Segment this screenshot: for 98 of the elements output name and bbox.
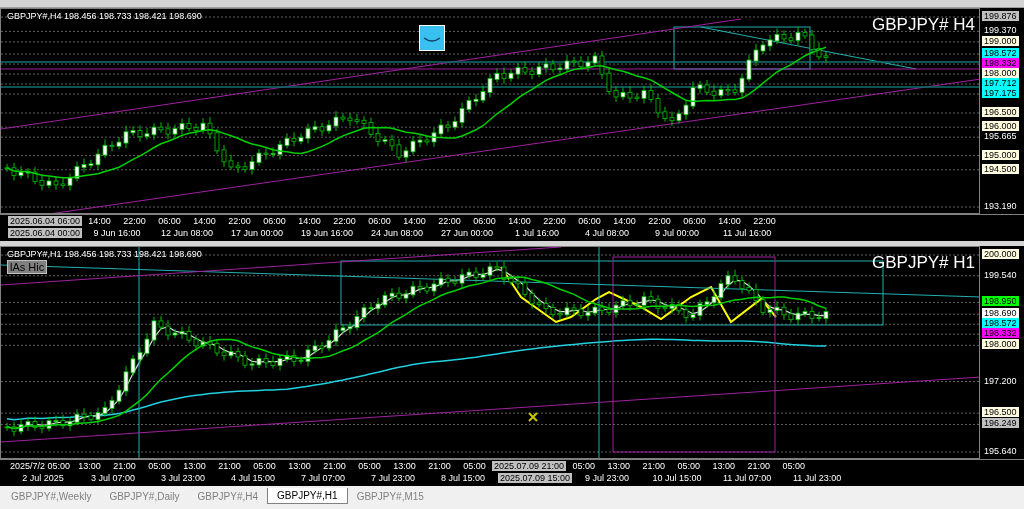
time-label: 06:00 [367, 216, 392, 226]
price-tag: 200.000 [982, 249, 1019, 259]
price-tag: 199.876 [982, 11, 1019, 21]
time-label: 14:00 [402, 216, 427, 226]
price-tag: 198.572 [982, 318, 1019, 329]
price-tag: 195.000 [982, 149, 1019, 160]
chart-title: GBPJPY# H1 [872, 253, 975, 273]
time-label: 13:00 [77, 461, 102, 471]
date-label: 19 Jun 16:00 [300, 228, 355, 238]
price-tag: 198.000 [982, 68, 1019, 79]
date-label: 4 Jul 15:00 [229, 473, 276, 483]
crosshair-time-label: 2025.06.04 06:00 [8, 216, 83, 226]
date-label: 9 Jul 23:00 [584, 473, 631, 483]
time-label: 14:00 [192, 216, 217, 226]
crosshair-date-label: 2025.06.04 00:00 [8, 228, 83, 238]
date-label: 24 Jun 08:00 [370, 228, 425, 238]
date-label: 3 Jul 23:00 [159, 473, 206, 483]
date-label: 10 Jul 15:00 [651, 473, 703, 483]
price-label: 193.190 [983, 201, 1018, 211]
time-label: 22:00 [227, 216, 252, 226]
time-label: 06:00 [157, 216, 182, 226]
time-label: 22:00 [647, 216, 672, 226]
chart-header: GBPJPY#,H1 198.456 198.733 198.421 198.690 [7, 249, 202, 259]
price-tag: 194.500 [982, 163, 1019, 174]
date-label: 11 Jul 16:00 [721, 228, 773, 238]
time-label: 05:00 [781, 461, 806, 471]
time-label: 2025/7/2 05:00 [9, 461, 72, 471]
date-label: 3 Jul 07:00 [89, 473, 136, 483]
cross-icon [528, 412, 538, 422]
price-tag: 198.690 [982, 308, 1019, 319]
time-label: 05:00 [676, 461, 701, 471]
price-tag: 199.000 [982, 35, 1019, 46]
chart-header: GBPJPY#,H4 198.456 198.733 198.421 198.690 [7, 11, 202, 21]
price-tag: 196.500 [982, 106, 1019, 117]
date-label: 12 Jun 08:00 [160, 228, 215, 238]
price-label: 195.665 [983, 131, 1018, 142]
date-label: 4 Jul 08:00 [584, 228, 631, 238]
price-label: 199.540 [983, 269, 1018, 280]
price-tag: 196.000 [982, 121, 1019, 132]
time-label: 21:00 [322, 461, 347, 471]
time-label: 21:00 [746, 461, 771, 471]
time-label: 05:00 [252, 461, 277, 471]
time-label: 13:00 [606, 461, 631, 471]
time-label: 05:00 [147, 461, 172, 471]
crosshair-time-label: 2025.07.09 21:00 [492, 461, 567, 471]
time-label: 06:00 [577, 216, 602, 226]
time-label: 21:00 [641, 461, 666, 471]
price-label: 197.200 [983, 375, 1018, 386]
time-label: 13:00 [182, 461, 207, 471]
date-label: 11 Jul 23:00 [791, 473, 843, 483]
time-label: 21:00 [427, 461, 452, 471]
date-label: 9 Jun 16:00 [92, 228, 142, 238]
price-tag: 198.950 [982, 296, 1019, 307]
price-tag: 196.500 [982, 407, 1019, 418]
time-label: 05:00 [571, 461, 596, 471]
date-label: 11 Jul 07:00 [721, 473, 773, 483]
time-label: 05:00 [462, 461, 487, 471]
time-label: 05:00 [357, 461, 382, 471]
price-tag: 196.249 [982, 418, 1019, 429]
price-label: 199.370 [983, 25, 1018, 36]
price-label: 195.640 [983, 446, 1018, 456]
date-label: 8 Jul 15:00 [439, 473, 486, 483]
time-label: 13:00 [711, 461, 736, 471]
time-label: 13:00 [287, 461, 312, 471]
time-label: 14:00 [87, 216, 112, 226]
date-label: 2 Jul 2025 [21, 473, 65, 483]
time-label: 22:00 [332, 216, 357, 226]
time-label: 14:00 [507, 216, 532, 226]
chart-tab[interactable]: GBPJPY#,H1 [267, 488, 348, 504]
time-label: 06:00 [262, 216, 287, 226]
time-label: 14:00 [297, 216, 322, 226]
time-label: 21:00 [112, 461, 137, 471]
date-label: 1 Jul 16:00 [514, 228, 561, 238]
price-tag: 198.572 [982, 48, 1019, 59]
time-label: 06:00 [472, 216, 497, 226]
time-label: 14:00 [717, 216, 742, 226]
date-label: 17 Jun 00:00 [230, 228, 285, 238]
date-label: 9 Jul 00:00 [654, 228, 701, 238]
time-label: 21:00 [217, 461, 242, 471]
time-label: 22:00 [542, 216, 567, 226]
time-label: 13:00 [392, 461, 417, 471]
price-tag: 197.175 [982, 88, 1019, 99]
crosshair-date-label: 2025.07.09 15:00 [498, 473, 573, 483]
date-label: 27 Jun 00:00 [440, 228, 495, 238]
time-label: 22:00 [437, 216, 462, 226]
chart-title: GBPJPY# H4 [872, 15, 975, 35]
price-tag: 197.712 [982, 78, 1019, 89]
price-tag: 198.000 [982, 339, 1019, 350]
time-label: 06:00 [682, 216, 707, 226]
price-tag: 198.332 [982, 328, 1019, 339]
curve-icon[interactable] [419, 25, 445, 51]
price-tag: 198.332 [982, 58, 1019, 69]
date-label: 7 Jul 07:00 [299, 473, 346, 483]
date-label: 7 Jul 23:00 [369, 473, 416, 483]
time-label: 22:00 [122, 216, 147, 226]
time-label: 22:00 [752, 216, 777, 226]
time-label: 14:00 [612, 216, 637, 226]
indicator-label[interactable]: lAs Hic [7, 260, 48, 274]
